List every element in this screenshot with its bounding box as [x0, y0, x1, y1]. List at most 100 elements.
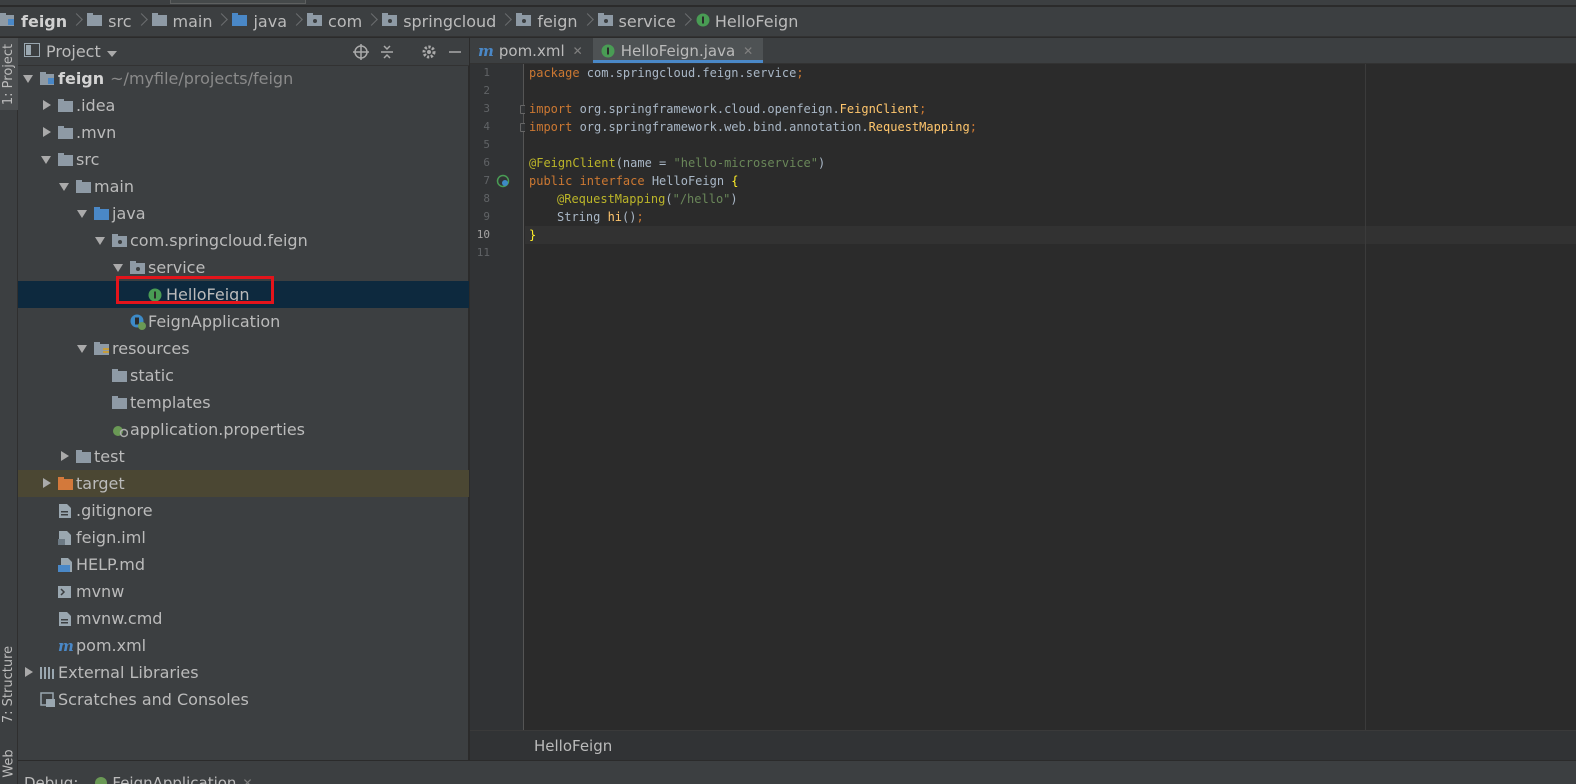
code-token: (name = [615, 156, 674, 170]
breadcrumb-label: com [328, 12, 363, 31]
file-icon [58, 497, 76, 524]
code-line-3: import org.springframework.cloud.openfei… [529, 100, 926, 118]
expand-arrow-icon[interactable] [22, 65, 36, 92]
debug-tab-feignapplication[interactable]: FeignApplication ✕ [94, 774, 253, 784]
breadcrumb-item-com[interactable]: com [307, 7, 362, 37]
tree-item-application-properties[interactable]: application.properties [18, 416, 469, 443]
tree-item-java[interactable]: java [18, 200, 469, 227]
folder-icon [112, 362, 130, 389]
breadcrumb-item-feign-package[interactable]: feign [516, 7, 578, 37]
breadcrumb-item-hellofeign[interactable]: HelloFeign [696, 7, 798, 37]
folder-icon [76, 173, 94, 200]
tree-item-templates[interactable]: templates [18, 389, 469, 416]
tree-item-pom-xml[interactable]: m pom.xml [18, 632, 469, 659]
breadcrumb-item-feign[interactable]: feign [0, 7, 67, 37]
editor-tabs: m pom.xml ✕ HelloFeign.java ✕ [470, 38, 1576, 64]
code-line-10: } [529, 226, 536, 244]
tree-item-label: HelloFeign [166, 285, 250, 304]
project-view-icon [24, 42, 40, 61]
breadcrumb-item-main[interactable]: main [151, 7, 212, 37]
tree-item-idea[interactable]: .idea [18, 92, 469, 119]
tree-item-external-libraries[interactable]: External Libraries [18, 659, 469, 686]
tree-item-label: src [76, 150, 100, 169]
tree-item-test[interactable]: test [18, 443, 469, 470]
breadcrumb-item-java[interactable]: java [232, 7, 287, 37]
implemented-interface-gutter-icon[interactable] [496, 174, 510, 192]
breadcrumb-separator [681, 7, 690, 37]
code-token: hi [607, 210, 623, 224]
structure-breadcrumb-item[interactable]: HelloFeign [534, 737, 612, 755]
expand-arrow-icon[interactable] [112, 254, 126, 281]
package-icon [112, 227, 130, 254]
tree-item-service[interactable]: service [18, 254, 469, 281]
breadcrumb: feign src main java com springcloud feig… [0, 7, 1576, 37]
tab-pom-xml[interactable]: m pom.xml ✕ [470, 38, 593, 63]
expand-arrow-icon[interactable] [40, 470, 54, 497]
code-token: org.springframework.cloud.openfeign. [572, 102, 840, 116]
tree-item-label: com.springcloud.feign [130, 231, 308, 250]
tree-item-gitignore[interactable]: .gitignore [18, 497, 469, 524]
project-panel-title: Project [46, 42, 101, 61]
project-tool-window-tab[interactable]: 1: Project [0, 38, 18, 110]
tree-item-static[interactable]: static [18, 362, 469, 389]
close-icon[interactable]: ✕ [743, 44, 753, 58]
expand-arrow-icon[interactable] [58, 173, 72, 200]
project-tree: feign ~/myfile/projects/feign .idea .mvn… [18, 65, 469, 713]
tree-item-hellofeign[interactable]: HelloFeign [18, 281, 469, 308]
expand-arrow-icon[interactable] [94, 227, 108, 254]
tree-item-target[interactable]: target [18, 470, 469, 497]
expand-arrow-icon[interactable] [58, 443, 72, 470]
tree-item-feign[interactable]: feign ~/myfile/projects/feign [18, 65, 469, 92]
breadcrumb-separator [501, 7, 510, 37]
line-number: 7 [483, 174, 490, 187]
code-token: @FeignClient [529, 156, 616, 170]
tree-item-scratches[interactable]: Scratches and Consoles [18, 686, 469, 713]
project-tab-label: 1: Project [1, 43, 17, 105]
tree-item-package-root[interactable]: com.springcloud.feign [18, 227, 469, 254]
hide-panel-icon[interactable] [447, 44, 463, 60]
tree-item-main[interactable]: main [18, 173, 469, 200]
collapse-all-icon[interactable] [379, 44, 395, 60]
expand-arrow-icon[interactable] [40, 92, 54, 119]
code-token: public interface [529, 174, 645, 188]
folder-icon [76, 443, 94, 470]
web-tool-window-tab[interactable]: Web [0, 743, 18, 783]
expand-arrow-icon[interactable] [40, 146, 54, 173]
tree-item-feignapplication[interactable]: FeignApplication [18, 308, 469, 335]
code-line-7: public interface HelloFeign { [529, 172, 739, 190]
structure-tool-window-tab[interactable]: 7: Structure [0, 636, 18, 732]
tree-item-help-md[interactable]: HELP.md [18, 551, 469, 578]
close-icon[interactable]: ✕ [573, 44, 583, 58]
code-token: } [529, 228, 537, 242]
close-icon[interactable]: ✕ [242, 776, 252, 784]
breadcrumb-item-src[interactable]: src [87, 7, 132, 37]
tree-item-mvn[interactable]: .mvn [18, 119, 469, 146]
code-editor[interactable]: package com.springcloud.feign.service; i… [525, 64, 1576, 730]
tree-item-mvnw-cmd[interactable]: mvnw.cmd [18, 605, 469, 632]
breadcrumb-label: feign [21, 12, 68, 31]
gear-icon[interactable] [421, 44, 437, 60]
tree-item-feign-iml[interactable]: feign.iml [18, 524, 469, 551]
tree-item-label: pom.xml [76, 636, 147, 655]
breadcrumb-item-service[interactable]: service [597, 7, 676, 37]
locate-target-icon[interactable] [353, 44, 369, 60]
tree-item-src[interactable]: src [18, 146, 469, 173]
tree-item-mvnw[interactable]: mvnw [18, 578, 469, 605]
code-token: import [529, 120, 573, 134]
expand-arrow-icon[interactable] [40, 119, 54, 146]
folder-icon [112, 389, 130, 416]
project-view-selector[interactable]: Project [24, 42, 117, 61]
tree-item-resources[interactable]: resources [18, 335, 469, 362]
expand-arrow-icon[interactable] [76, 335, 90, 362]
expand-arrow-icon[interactable] [76, 200, 90, 227]
expand-arrow-icon[interactable] [22, 659, 36, 686]
tree-item-label: java [112, 204, 146, 223]
tab-hellofeign-java[interactable]: HelloFeign.java ✕ [592, 38, 764, 63]
tree-item-label: mvnw.cmd [76, 609, 163, 628]
breadcrumb-item-springcloud[interactable]: springcloud [382, 7, 496, 37]
